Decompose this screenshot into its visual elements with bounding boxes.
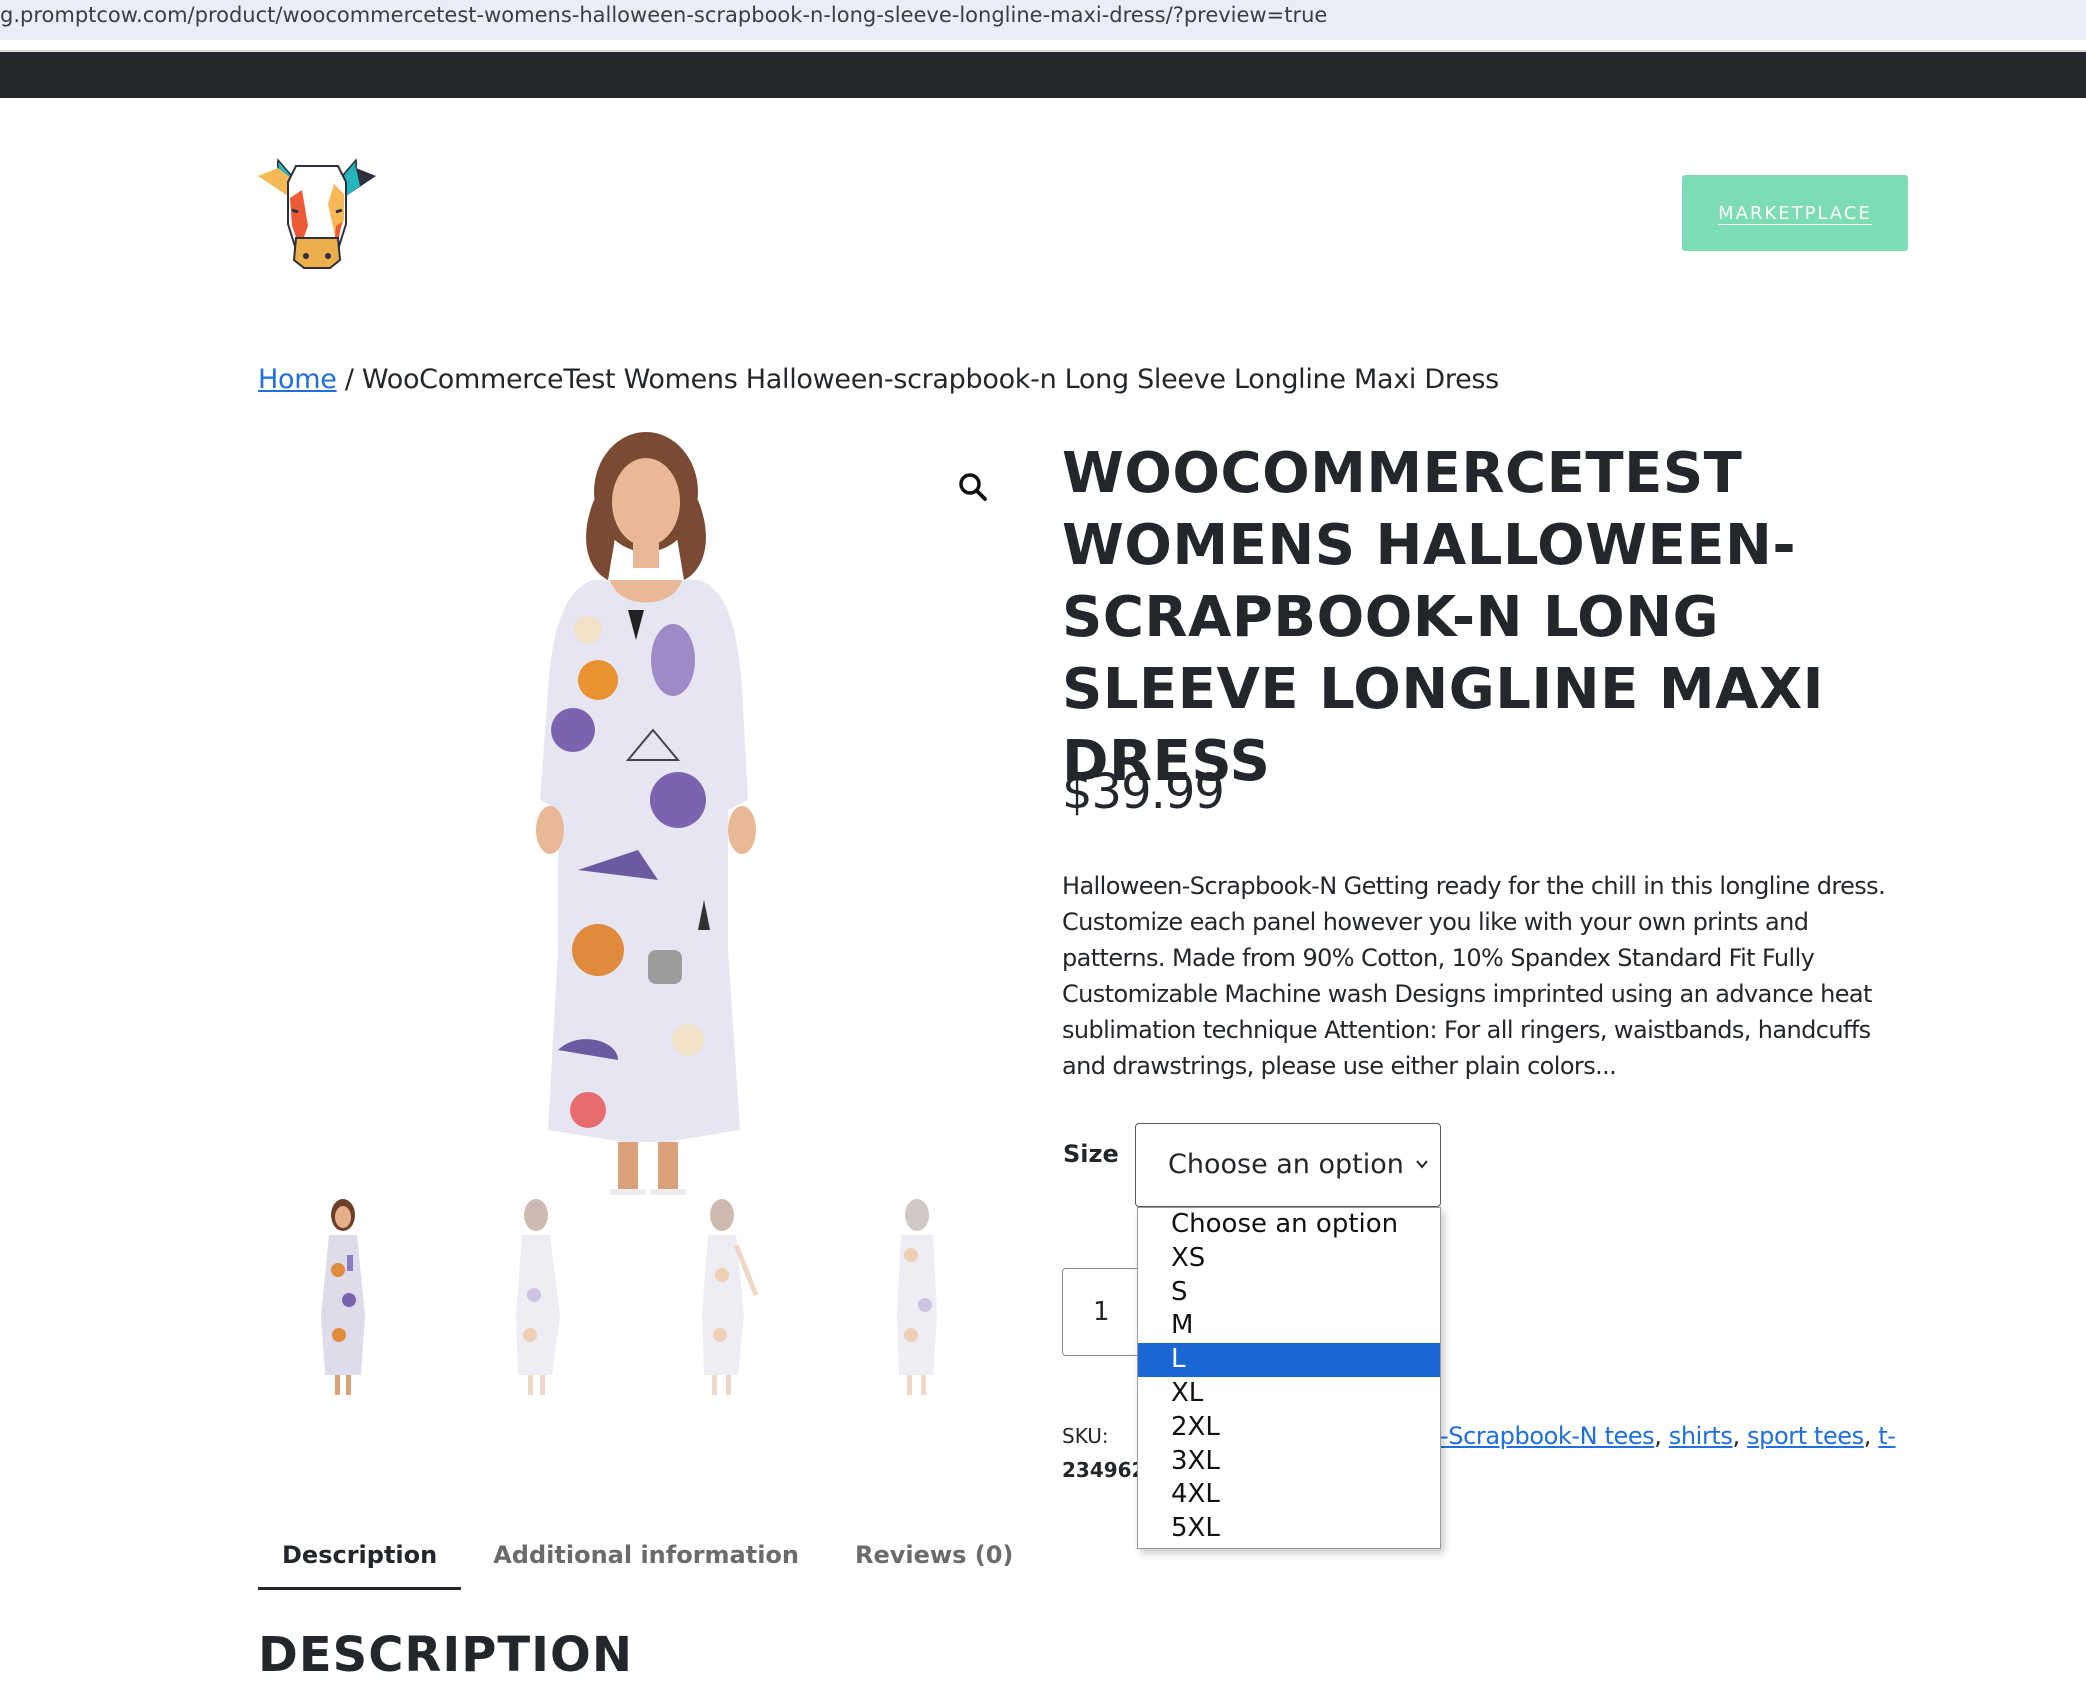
cow-head-logo-icon[interactable]: [256, 156, 378, 270]
product-short-description: Halloween-Scrapbook-N Getting ready for …: [1062, 872, 1886, 1080]
size-option[interactable]: XL: [1138, 1377, 1440, 1411]
browser-address-bar[interactable]: g.promptcow.com/product/woocommercetest-…: [0, 0, 2086, 40]
size-option[interactable]: Choose an option: [1138, 1208, 1440, 1242]
breadcrumb-separator: /: [336, 364, 362, 395]
size-option[interactable]: 2XL: [1138, 1411, 1440, 1445]
magnifier-icon[interactable]: [956, 470, 990, 504]
sku-value: 234962: [1062, 1458, 1146, 1482]
url-text[interactable]: g.promptcow.com/product/woocommercetest-…: [0, 3, 1327, 27]
gallery-thumbnail-3[interactable]: [639, 1195, 809, 1410]
size-dropdown-list: Choose an option XS S M L XL 2XL 3XL 4XL…: [1137, 1207, 1441, 1549]
chevron-down-icon: [1416, 1160, 1428, 1169]
size-option[interactable]: 3XL: [1138, 1445, 1440, 1479]
tag-link[interactable]: -Scrapbook-N tees: [1440, 1422, 1655, 1450]
marketplace-button[interactable]: MARKETPLACE: [1682, 175, 1908, 251]
size-option[interactable]: M: [1138, 1309, 1440, 1343]
product-title: WooCommerceTest Womens Halloween-scrapbo…: [1062, 441, 1824, 794]
tag-link[interactable]: shirts: [1669, 1422, 1733, 1450]
product-main-image[interactable]: [258, 430, 1000, 1210]
size-option[interactable]: XS: [1138, 1242, 1440, 1276]
gallery-thumbnails: [258, 1195, 1000, 1410]
size-option[interactable]: 5XL: [1138, 1512, 1440, 1546]
breadcrumb-current: WooCommerceTest Womens Halloween-scrapbo…: [361, 364, 1499, 395]
tab-additional-information[interactable]: Additional information: [469, 1537, 823, 1590]
size-select[interactable]: Choose an option: [1135, 1123, 1441, 1207]
tag-link[interactable]: sport tees: [1747, 1422, 1864, 1450]
tab-reviews[interactable]: Reviews (0): [831, 1537, 1037, 1590]
site-top-bar: [0, 50, 2086, 98]
product-tags: -Scrapbook-N tees, shirts, sport tees, t…: [1440, 1422, 1896, 1450]
product-tabs: Description Additional information Revie…: [258, 1537, 1045, 1590]
breadcrumb: Home / WooCommerceTest Womens Halloween-…: [258, 364, 1499, 395]
size-select-value: Choose an option: [1168, 1149, 1404, 1180]
size-option-highlighted[interactable]: L: [1138, 1343, 1440, 1377]
gallery-thumbnail-4[interactable]: [830, 1195, 1000, 1410]
tag-link[interactable]: t-: [1878, 1422, 1896, 1450]
gallery-thumbnail-2[interactable]: [449, 1195, 619, 1410]
size-option[interactable]: 4XL: [1138, 1478, 1440, 1512]
breadcrumb-home-link[interactable]: Home: [258, 364, 337, 395]
product-price: $39.99: [1062, 764, 1225, 820]
size-label: Size: [1063, 1140, 1119, 1168]
gallery-thumbnail-1[interactable]: [258, 1195, 428, 1410]
size-option[interactable]: S: [1138, 1276, 1440, 1310]
description-heading: DESCRIPTION: [258, 1627, 634, 1683]
tab-description[interactable]: Description: [258, 1537, 462, 1590]
sku-label: SKU:: [1062, 1424, 1109, 1448]
